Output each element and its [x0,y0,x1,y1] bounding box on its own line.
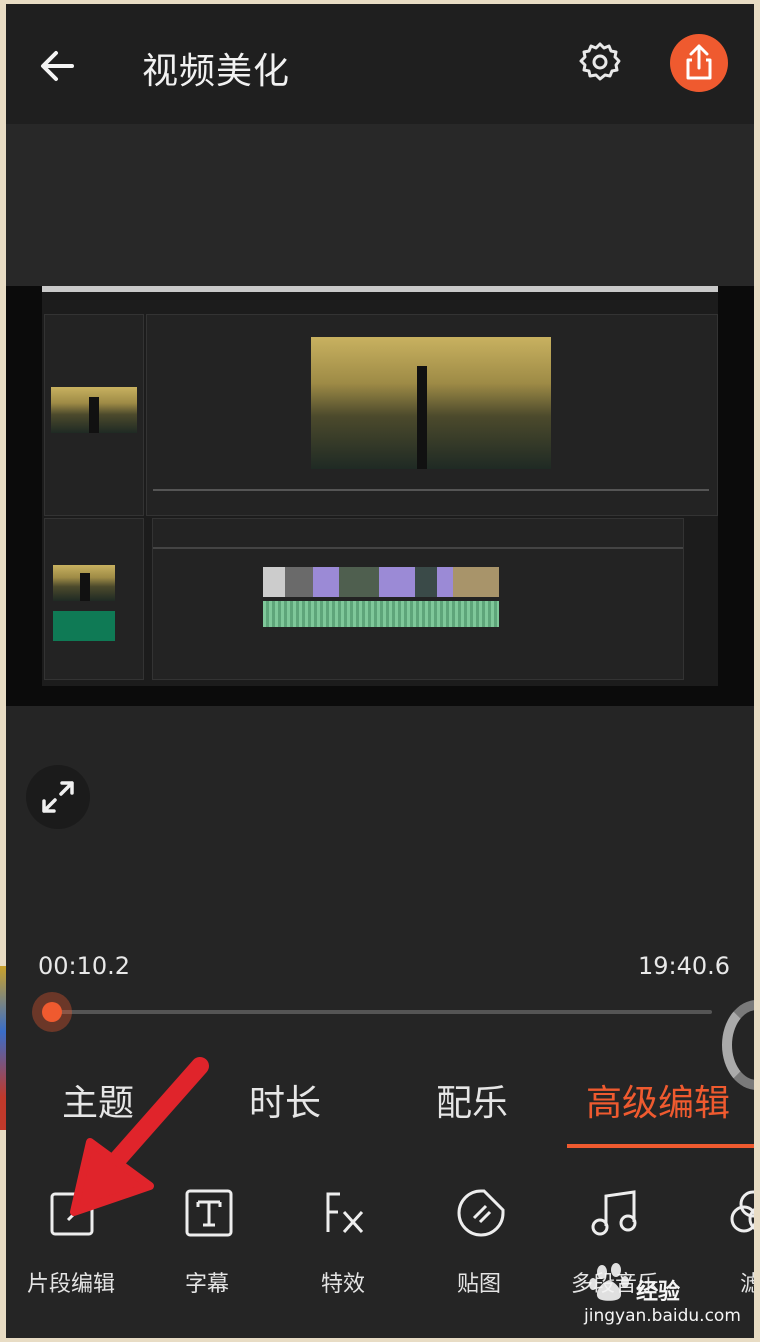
fx-icon [326,1192,364,1234]
gear-icon [579,42,621,81]
video-frame [42,286,718,686]
left-edge-strip [0,966,6,1130]
clip-edit-icon [50,1192,94,1236]
tab-theme[interactable]: 主题 [62,1074,134,1126]
share-button[interactable] [670,34,728,92]
tool-label: 贴图 [456,1272,501,1297]
video-track [263,567,499,597]
project-thumbnail [53,565,115,601]
audio-track [263,601,499,627]
app-screen: 视频美化 00:10.2 19:40.6 主题 时长 配乐 高级编辑 片段编辑 … [6,4,754,1338]
preview-area [6,124,754,290]
watermark-text: 经验 [636,1280,681,1305]
tool-label: 特效 [320,1272,365,1297]
top-bar: 视频美化 [6,4,754,124]
filter-icon [730,1190,754,1233]
watermark-url: jingyan.baidu.com [584,1306,741,1326]
page-title: 视频美化 [142,51,291,92]
arrow-left-icon [41,51,74,81]
edit-tabs: 主题 时长 配乐 高级编辑 [6,1064,754,1150]
share-upload-icon [686,44,712,80]
tool-sticker[interactable]: 贴图 [414,1180,544,1320]
tool-effects[interactable]: 特效 [278,1180,408,1320]
sticker-icon [457,1189,505,1237]
program-frame [311,337,551,469]
source-thumbnail [51,387,137,433]
settings-button[interactable] [578,40,622,84]
fullscreen-expand-icon [42,781,74,813]
text-icon [185,1189,233,1237]
timeline-panel [152,518,684,680]
tab-duration[interactable]: 时长 [249,1074,321,1126]
fullscreen-button[interactable] [26,765,90,829]
tab-music[interactable]: 配乐 [436,1074,508,1126]
project-panel [44,518,144,680]
current-time: 00:10.2 [38,952,131,980]
active-tab-indicator [567,1144,754,1148]
audio-thumbnail [53,611,115,641]
progress-knob[interactable] [32,992,72,1032]
program-scrub [153,489,709,491]
program-monitor [146,314,718,516]
total-time: 19:40.6 [638,952,731,980]
timeline-ruler [153,547,683,549]
back-button[interactable] [36,44,80,88]
progress-slider[interactable] [52,1010,712,1014]
tool-label: 片段编辑 [26,1272,115,1297]
tool-clip-edit[interactable]: 片段编辑 [6,1180,136,1320]
tool-label: 字幕 [184,1272,229,1297]
source-panel [44,314,144,516]
tab-advanced-edit[interactable]: 高级编辑 [586,1074,730,1126]
music-note-icon [591,1190,637,1236]
tool-subtitle[interactable]: 字幕 [142,1180,272,1320]
video-preview[interactable] [6,286,754,706]
